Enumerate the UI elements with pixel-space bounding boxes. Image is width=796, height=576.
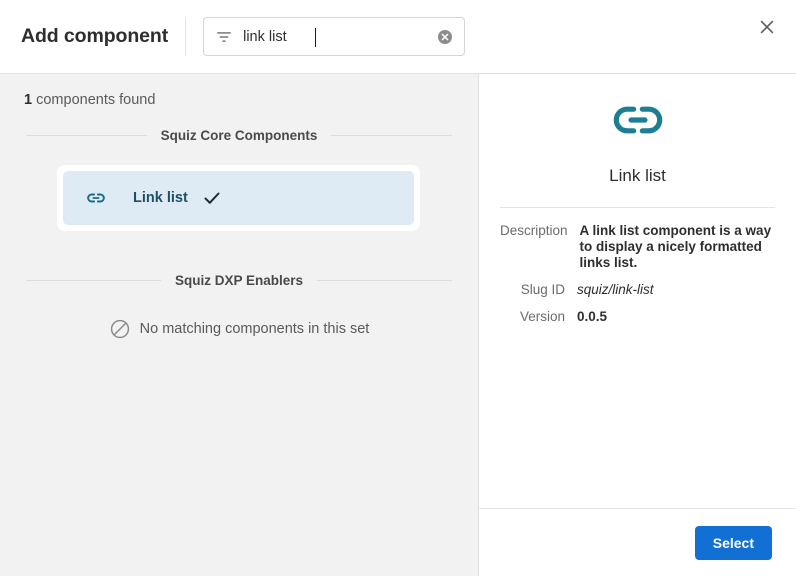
- dialog-title: Add component: [21, 25, 169, 47]
- dialog-header: Add component: [0, 0, 796, 74]
- detail-value-slug-id: squiz/link-list: [577, 282, 654, 297]
- section-rule-left: [26, 135, 147, 136]
- component-card-inner: Link list: [63, 171, 414, 225]
- search-box[interactable]: [203, 17, 466, 56]
- component-card-link-list[interactable]: Link list: [57, 165, 420, 231]
- clear-search-button[interactable]: [437, 29, 453, 45]
- close-icon: [760, 20, 774, 34]
- link-icon: [612, 94, 664, 146]
- detail-value-description: A link list component is a way to displa…: [579, 223, 772, 270]
- detail-row-slug-id: Slug ID squiz/link-list: [500, 282, 775, 298]
- component-list-panel: 1 components found Squiz Core Components: [0, 74, 479, 576]
- results-count-number: 1: [24, 92, 33, 108]
- empty-state-text: No matching components in this set: [139, 321, 370, 337]
- detail-icon-wrap: [500, 94, 775, 146]
- detail-value-version: 0.0.5: [577, 309, 608, 324]
- section-rule-left: [26, 280, 161, 281]
- section-header-core: Squiz Core Components: [26, 128, 453, 143]
- close-button[interactable]: [751, 11, 783, 43]
- results-count: 1 components found: [24, 92, 478, 108]
- text-cursor: [315, 28, 317, 47]
- empty-state-dxp: No matching components in this set: [0, 318, 478, 340]
- detail-key-description: Description: [500, 223, 568, 238]
- detail-divider: [500, 207, 775, 208]
- detail-field-table: Description A link list component is a w…: [500, 223, 775, 325]
- section-rule-right: [317, 280, 453, 281]
- detail-row-version: Version 0.0.5: [500, 309, 775, 325]
- component-detail-panel: Link list Description A link list compon…: [479, 74, 796, 576]
- check-icon: [202, 188, 222, 208]
- section-label-core: Squiz Core Components: [160, 128, 318, 143]
- detail-row-description: Description A link list component is a w…: [500, 223, 775, 271]
- detail-title: Link list: [609, 166, 666, 185]
- section-header-dxp: Squiz DXP Enablers: [26, 273, 453, 288]
- component-card-label: Link list: [133, 190, 188, 206]
- no-entry-icon: [109, 318, 131, 340]
- search-input[interactable]: [243, 28, 438, 45]
- header-divider: [185, 17, 187, 56]
- detail-key-slug-id: Slug ID: [520, 282, 565, 297]
- add-component-dialog: Add component link list 1 components fou…: [0, 0, 796, 576]
- dialog-footer: Select: [479, 508, 796, 576]
- dialog-body: 1 components found Squiz Core Components: [0, 74, 796, 576]
- detail-key-version: Version: [519, 309, 565, 324]
- link-icon: [85, 187, 107, 209]
- results-count-label: components found: [32, 92, 156, 108]
- detail-content: Link list Description A link list compon…: [479, 74, 796, 508]
- filter-icon: [216, 29, 232, 45]
- section-label-dxp: Squiz DXP Enablers: [174, 273, 304, 288]
- section-rule-right: [331, 135, 453, 136]
- select-button[interactable]: Select: [694, 525, 772, 560]
